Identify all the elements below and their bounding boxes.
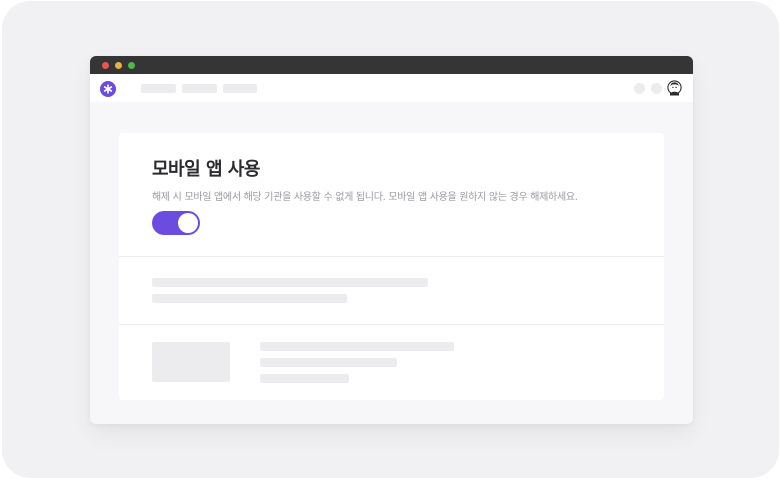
window-titlebar — [90, 56, 693, 74]
nav-action-placeholder[interactable] — [651, 83, 662, 94]
settings-card: 모바일 앱 사용 해제 시 모바일 앱에서 해당 기관을 사용할 수 없게 됩니… — [119, 133, 664, 400]
content-line-placeholder — [152, 294, 347, 303]
section-divider — [119, 256, 664, 257]
nav-item-placeholder[interactable] — [182, 84, 217, 93]
mobile-app-setting-description: 해제 시 모바일 앱에서 해당 기관을 사용할 수 없게 됩니다. 모바일 앱 … — [152, 192, 578, 203]
content-line-placeholder — [260, 342, 454, 351]
content-line-placeholder — [260, 374, 349, 383]
minimize-window-button[interactable] — [115, 62, 122, 69]
browser-window: 모바일 앱 사용 해제 시 모바일 앱에서 해당 기관을 사용할 수 없게 됩니… — [90, 56, 693, 424]
app-navbar — [90, 74, 693, 102]
close-window-button[interactable] — [102, 62, 109, 69]
thumbnail-placeholder — [152, 342, 230, 382]
user-avatar-icon[interactable] — [667, 80, 682, 96]
nav-action-placeholder[interactable] — [634, 83, 645, 94]
mobile-app-toggle[interactable] — [152, 211, 200, 235]
mobile-app-setting-title: 모바일 앱 사용 — [152, 159, 260, 180]
nav-item-placeholder[interactable] — [141, 84, 176, 93]
content-line-placeholder — [260, 358, 397, 367]
nav-item-placeholder[interactable] — [223, 84, 257, 93]
section-divider — [119, 324, 664, 325]
asterisk-icon[interactable] — [100, 81, 116, 97]
toggle-knob — [178, 213, 198, 233]
maximize-window-button[interactable] — [128, 62, 135, 69]
content-line-placeholder — [152, 278, 428, 287]
